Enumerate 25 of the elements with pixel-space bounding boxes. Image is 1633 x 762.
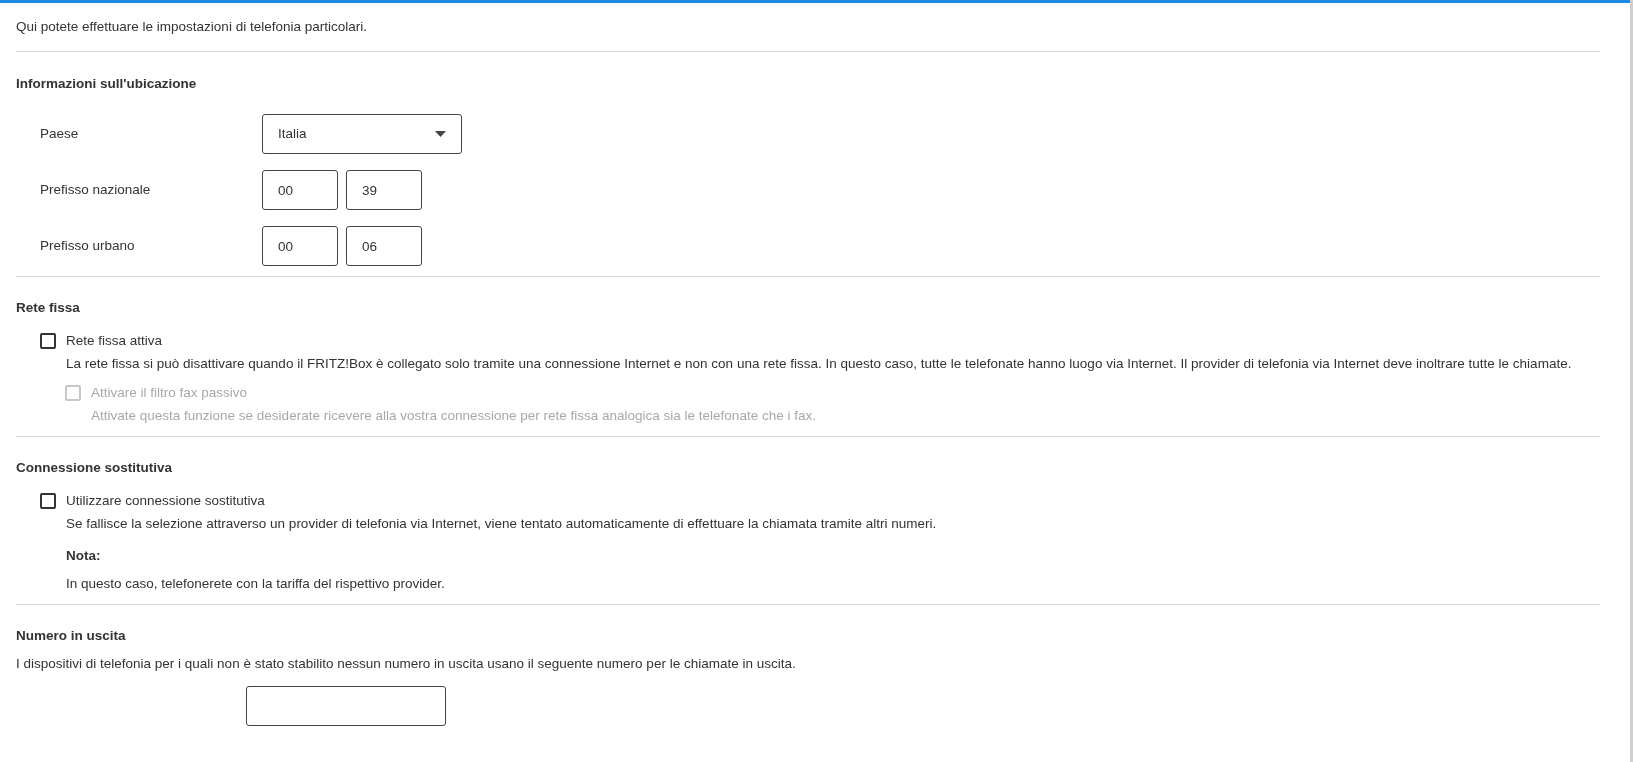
checkbox[interactable] (40, 333, 56, 349)
scrollbar[interactable] (1630, 0, 1633, 762)
prefix-input[interactable]: 00 (262, 226, 338, 266)
field-label: Paese (40, 124, 80, 143)
section-heading: Connessione sostitutiva (16, 458, 174, 477)
note-title: Nota: (66, 547, 102, 565)
field-label: Prefisso urbano (40, 236, 136, 255)
intro-text: Qui potete effettuare le impostazioni di telefonia particolari. (16, 17, 368, 36)
country-select[interactable]: Italia (262, 114, 462, 154)
option-description: Se fallisce la selezione attraverso un provider di telefonia via Internet, viene tentato automaticamente di effettuare la chiamata tramite altri numeri. (65, 515, 938, 533)
caret-icon (435, 131, 446, 137)
option-description: La rete fissa si può disattivare quando il FRITZ!Box è collegato solo tramite una connessione Internet e non con una rete fissa. In questo caso, tutte le telefonate hanno luogo via Internet. Il provider di telefonia via Internet deve inoltrare tutte le chiamate. (65, 355, 1573, 373)
prefix-input[interactable]: 39 (346, 170, 422, 210)
section-heading: Informazioni sull'ubicazione (16, 74, 198, 93)
note-text: In questo caso, telefonerete con la tariffa del rispettivo provider. (66, 575, 446, 593)
checkbox[interactable] (40, 493, 56, 509)
prefix-input[interactable]: 06 (346, 226, 422, 266)
outgoing-description: I dispositivi di telefonia per i quali non è stato stabilito nessun numero in uscita usano il seguente numero per le chiamate in uscita. (16, 655, 797, 673)
checkbox-label: Rete fissa attiva (66, 331, 163, 350)
outgoing-number-select[interactable] (246, 686, 446, 726)
section-heading: Rete fissa (16, 298, 81, 317)
field-label: Prefisso nazionale (40, 180, 152, 199)
section-heading: Numero in uscita (16, 626, 127, 645)
checkbox-label: Utilizzare connessione sostitutiva (66, 491, 265, 510)
prefix-input[interactable]: 00 (262, 170, 338, 210)
